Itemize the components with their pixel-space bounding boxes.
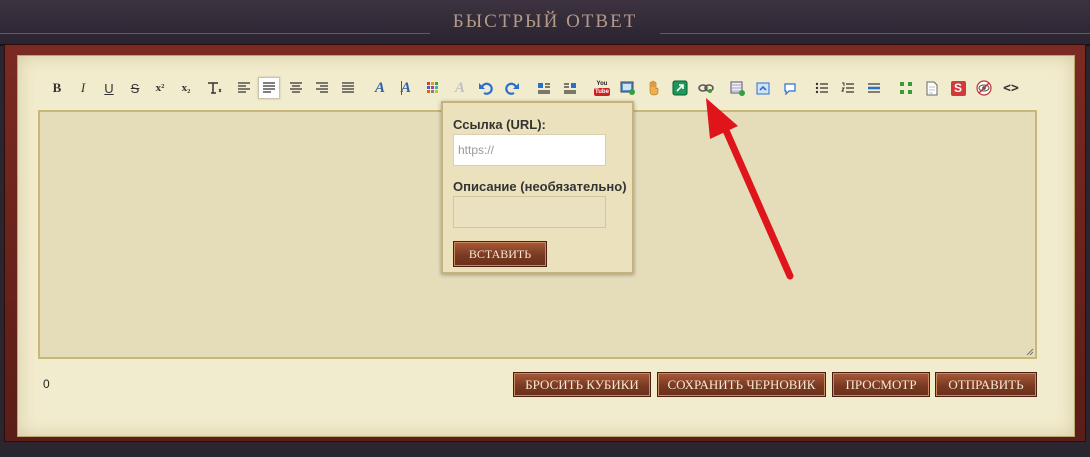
insert-link-popup: Ссылка (URL): Описание (необязательно) В…: [441, 101, 634, 274]
align-left-button[interactable]: [233, 77, 255, 99]
indent-icon: [538, 83, 550, 94]
eye-icon: [976, 80, 992, 96]
youtube-icon-bottom: Tube: [594, 87, 610, 96]
page-break-button[interactable]: [921, 77, 943, 99]
numbered-list-button[interactable]: [837, 77, 859, 99]
fullscreen-button[interactable]: [895, 77, 917, 99]
description-label: Описание (необязательно): [453, 179, 627, 194]
link-button[interactable]: [695, 77, 717, 99]
horizontal-rule-icon: [868, 83, 880, 93]
link-icon: [698, 84, 714, 93]
bullet-list-icon: [815, 82, 828, 94]
align-center-icon: [290, 82, 302, 93]
redo-icon: [505, 82, 519, 95]
external-link-button[interactable]: [669, 77, 691, 99]
underline-button[interactable]: U: [98, 77, 120, 99]
strikethrough-button[interactable]: S: [124, 77, 146, 99]
url-input[interactable]: [453, 134, 606, 166]
youtube-icon: You Tube: [594, 80, 611, 97]
hand-button[interactable]: [643, 77, 665, 99]
align-right-button[interactable]: [311, 77, 333, 99]
subscript-button[interactable]: x₂: [175, 77, 197, 99]
indent-button[interactable]: [533, 77, 555, 99]
align-full-button[interactable]: [337, 77, 359, 99]
bullet-list-button[interactable]: [811, 77, 833, 99]
clear-format-icon: [208, 82, 222, 94]
redo-button[interactable]: [501, 77, 523, 99]
horizontal-rule-button[interactable]: [863, 77, 885, 99]
roll-dice-button[interactable]: БРОСИТЬ КУБИКИ: [513, 372, 651, 397]
quote-button[interactable]: [753, 77, 775, 99]
external-link-icon: [672, 80, 688, 96]
header-rule-right: [660, 33, 1090, 34]
page-title: БЫСТРЫЙ ОТВЕТ: [452, 11, 638, 32]
hand-icon: [649, 80, 659, 96]
numbered-list-icon: [841, 82, 854, 93]
outdent-button[interactable]: [559, 77, 581, 99]
youtube-icon-top: You: [596, 80, 608, 87]
youtube-button[interactable]: You Tube: [591, 77, 613, 99]
quick-reply-header: БЫСТРЫЙ ОТВЕТ: [0, 0, 1090, 46]
insert-link-button[interactable]: ВСТАВИТЬ: [453, 241, 547, 267]
bold-button[interactable]: B: [46, 77, 68, 99]
stop-icon: S: [950, 80, 966, 96]
url-label: Ссылка (URL):: [453, 117, 546, 132]
resize-grip-icon[interactable]: [1026, 348, 1034, 356]
outdent-icon: [564, 83, 576, 94]
align-center-button[interactable]: [285, 77, 307, 99]
superscript-button[interactable]: x²: [149, 77, 171, 99]
table-icon: [730, 81, 745, 96]
comment-button[interactable]: [779, 77, 801, 99]
undo-icon: [479, 82, 493, 95]
color-palette-button[interactable]: [422, 77, 444, 99]
character-count: 0: [43, 377, 50, 391]
align-justify-button[interactable]: [258, 77, 280, 99]
font-color-button[interactable]: A: [369, 77, 391, 99]
submit-button[interactable]: ОТПРАВИТЬ: [935, 372, 1037, 397]
preview-button[interactable]: ПРОСМОТР: [832, 372, 930, 397]
highlight-mark-icon: [401, 81, 402, 95]
image-icon: [620, 81, 635, 95]
align-justify-icon: [263, 82, 275, 93]
remove-format-button[interactable]: A: [449, 77, 471, 99]
table-button[interactable]: [727, 77, 749, 99]
source-code-button[interactable]: <>: [1000, 77, 1022, 99]
save-draft-button[interactable]: СОХРАНИТЬ ЧЕРНОВИК: [657, 372, 826, 397]
align-left-icon: [238, 82, 250, 93]
image-button[interactable]: [617, 77, 639, 99]
spoiler-button[interactable]: S: [947, 77, 969, 99]
align-right-icon: [316, 82, 328, 93]
clear-format-button[interactable]: [203, 77, 225, 99]
quote-icon: [756, 82, 770, 94]
color-palette-icon: [427, 82, 438, 93]
font-background-button[interactable]: A: [395, 77, 417, 99]
italic-button[interactable]: I: [72, 77, 94, 99]
description-input[interactable]: [453, 196, 606, 228]
document-icon: [926, 81, 938, 95]
bottom-border: [0, 442, 1090, 457]
header-rule-left: [0, 33, 430, 34]
align-full-icon: [342, 82, 354, 93]
fullscreen-icon: [900, 82, 912, 94]
hide-button[interactable]: [973, 77, 995, 99]
undo-button[interactable]: [475, 77, 497, 99]
speech-bubble-icon: [784, 82, 796, 95]
